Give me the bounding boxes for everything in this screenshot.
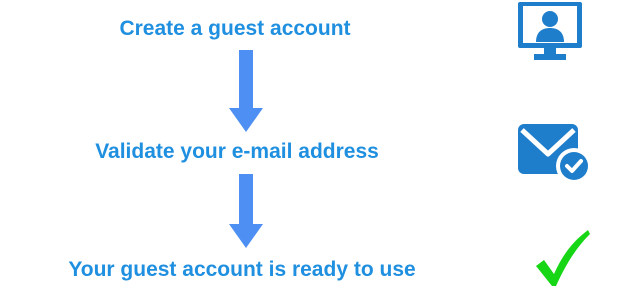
step-3-label: Your guest account is ready to use — [68, 258, 416, 281]
step-1-label: Create a guest account — [119, 17, 351, 40]
mail-check-icon — [518, 124, 592, 184]
down-arrow-icon — [229, 174, 263, 248]
monitor-user-icon — [518, 2, 582, 60]
green-checkmark-icon — [536, 230, 590, 286]
down-arrow-icon — [229, 50, 263, 132]
step-2-label: Validate your e-mail address — [95, 140, 379, 163]
